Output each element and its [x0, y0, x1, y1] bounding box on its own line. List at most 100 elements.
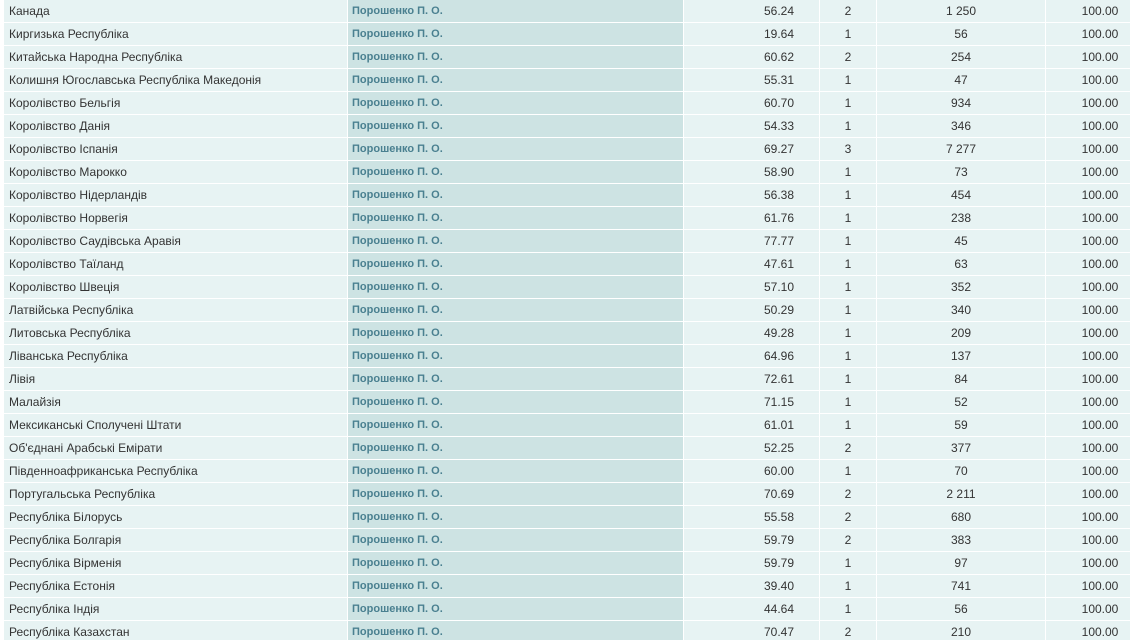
table-row: Королівство Швеція Порошенко П. О. 57.10…	[4, 275, 1130, 299]
percent-cell: 59.79	[683, 551, 820, 575]
polling-stations-cell: 1	[819, 367, 877, 391]
processed-percent-cell: 100.00	[1045, 160, 1130, 184]
table-row: Канада Порошенко П. О. 56.24 2 1 250 100…	[4, 0, 1130, 23]
table-row: Латвійська Республіка Порошенко П. О. 50…	[4, 298, 1130, 322]
processed-percent-cell: 100.00	[1045, 298, 1130, 322]
country-cell: Республіка Білорусь	[4, 505, 348, 529]
country-cell: Малайзія	[4, 390, 348, 414]
percent-cell: 61.76	[683, 206, 820, 230]
candidate-cell: Порошенко П. О.	[347, 91, 684, 115]
votes-cell: 70	[876, 459, 1046, 483]
country-cell: Королівство Таїланд	[4, 252, 348, 276]
candidate-cell: Порошенко П. О.	[347, 413, 684, 437]
votes-cell: 680	[876, 505, 1046, 529]
votes-cell: 254	[876, 45, 1046, 69]
percent-cell: 55.58	[683, 505, 820, 529]
table-row: Колишня Югославська Республіка Македонія…	[4, 68, 1130, 92]
votes-cell: 52	[876, 390, 1046, 414]
candidate-cell: Порошенко П. О.	[347, 22, 684, 46]
percent-cell: 44.64	[683, 597, 820, 621]
votes-cell: 7 277	[876, 137, 1046, 161]
country-cell: Республіка Болгарія	[4, 528, 348, 552]
country-cell: Королівство Іспанія	[4, 137, 348, 161]
country-cell: Киргизька Республіка	[4, 22, 348, 46]
percent-cell: 50.29	[683, 298, 820, 322]
polling-stations-cell: 2	[819, 0, 877, 23]
candidate-cell: Порошенко П. О.	[347, 574, 684, 598]
candidate-cell: Порошенко П. О.	[347, 390, 684, 414]
table-row: Королівство Таїланд Порошенко П. О. 47.6…	[4, 252, 1130, 276]
processed-percent-cell: 100.00	[1045, 252, 1130, 276]
country-cell: Колишня Югославська Республіка Македонія	[4, 68, 348, 92]
votes-cell: 137	[876, 344, 1046, 368]
country-cell: Лівія	[4, 367, 348, 391]
candidate-cell: Порошенко П. О.	[347, 275, 684, 299]
candidate-cell: Порошенко П. О.	[347, 367, 684, 391]
votes-cell: 934	[876, 91, 1046, 115]
table-row: Королівство Саудівська Аравія Порошенко …	[4, 229, 1130, 253]
country-cell: Королівство Швеція	[4, 275, 348, 299]
candidate-cell: Порошенко П. О.	[347, 114, 684, 138]
percent-cell: 47.61	[683, 252, 820, 276]
country-cell: Королівство Саудівська Аравія	[4, 229, 348, 253]
country-cell: Литовська Республіка	[4, 321, 348, 345]
votes-cell: 63	[876, 252, 1046, 276]
country-cell: Канада	[4, 0, 348, 23]
country-cell: Республіка Казахстан	[4, 620, 348, 640]
processed-percent-cell: 100.00	[1045, 91, 1130, 115]
polling-stations-cell: 1	[819, 344, 877, 368]
percent-cell: 60.70	[683, 91, 820, 115]
percent-cell: 70.69	[683, 482, 820, 506]
votes-cell: 238	[876, 206, 1046, 230]
polling-stations-cell: 1	[819, 252, 877, 276]
table-row: Королівство Данія Порошенко П. О. 54.33 …	[4, 114, 1130, 138]
table-row: Республіка Білорусь Порошенко П. О. 55.5…	[4, 505, 1130, 529]
table-row: Королівство Норвегія Порошенко П. О. 61.…	[4, 206, 1130, 230]
votes-cell: 97	[876, 551, 1046, 575]
processed-percent-cell: 100.00	[1045, 528, 1130, 552]
percent-cell: 77.77	[683, 229, 820, 253]
candidate-cell: Порошенко П. О.	[347, 68, 684, 92]
polling-stations-cell: 1	[819, 68, 877, 92]
polling-stations-cell: 2	[819, 45, 877, 69]
country-cell: Об'єднані Арабські Емірати	[4, 436, 348, 460]
votes-cell: 346	[876, 114, 1046, 138]
polling-stations-cell: 1	[819, 22, 877, 46]
votes-cell: 56	[876, 597, 1046, 621]
polling-stations-cell: 3	[819, 137, 877, 161]
percent-cell: 49.28	[683, 321, 820, 345]
candidate-cell: Порошенко П. О.	[347, 344, 684, 368]
processed-percent-cell: 100.00	[1045, 505, 1130, 529]
percent-cell: 60.62	[683, 45, 820, 69]
polling-stations-cell: 1	[819, 206, 877, 230]
table-row: Лівія Порошенко П. О. 72.61 1 84 100.00	[4, 367, 1130, 391]
votes-cell: 84	[876, 367, 1046, 391]
results-table-body: Канада Порошенко П. О. 56.24 2 1 250 100…	[4, 0, 1130, 640]
table-row: Литовська Республіка Порошенко П. О. 49.…	[4, 321, 1130, 345]
percent-cell: 71.15	[683, 390, 820, 414]
country-cell: Ліванська Республіка	[4, 344, 348, 368]
country-cell: Королівство Нідерландів	[4, 183, 348, 207]
processed-percent-cell: 100.00	[1045, 482, 1130, 506]
table-row: Китайська Народна Республіка Порошенко П…	[4, 45, 1130, 69]
country-cell: Республіка Індія	[4, 597, 348, 621]
processed-percent-cell: 100.00	[1045, 114, 1130, 138]
polling-stations-cell: 1	[819, 597, 877, 621]
polling-stations-cell: 1	[819, 298, 877, 322]
percent-cell: 39.40	[683, 574, 820, 598]
table-row: Ліванська Республіка Порошенко П. О. 64.…	[4, 344, 1130, 368]
candidate-cell: Порошенко П. О.	[347, 45, 684, 69]
percent-cell: 64.96	[683, 344, 820, 368]
polling-stations-cell: 1	[819, 413, 877, 437]
processed-percent-cell: 100.00	[1045, 551, 1130, 575]
candidate-cell: Порошенко П. О.	[347, 620, 684, 640]
country-cell: Королівство Норвегія	[4, 206, 348, 230]
processed-percent-cell: 100.00	[1045, 45, 1130, 69]
percent-cell: 61.01	[683, 413, 820, 437]
processed-percent-cell: 100.00	[1045, 137, 1130, 161]
polling-stations-cell: 1	[819, 114, 877, 138]
votes-cell: 210	[876, 620, 1046, 640]
table-row: Республіка Вірменія Порошенко П. О. 59.7…	[4, 551, 1130, 575]
processed-percent-cell: 100.00	[1045, 229, 1130, 253]
table-row: Королівство Іспанія Порошенко П. О. 69.2…	[4, 137, 1130, 161]
